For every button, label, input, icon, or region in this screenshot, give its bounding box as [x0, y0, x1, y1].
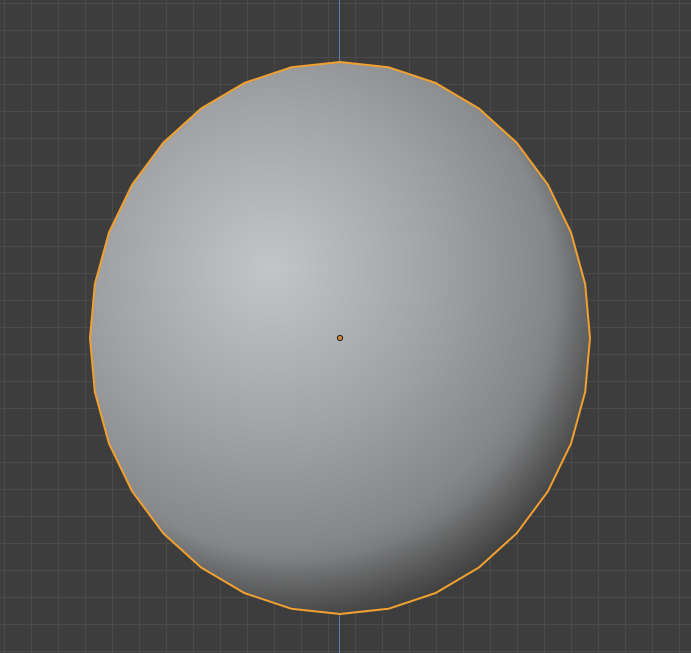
3d-viewport[interactable]	[0, 0, 691, 653]
viewport-scene[interactable]	[0, 0, 691, 653]
object-origin-dot[interactable]	[336, 334, 344, 342]
